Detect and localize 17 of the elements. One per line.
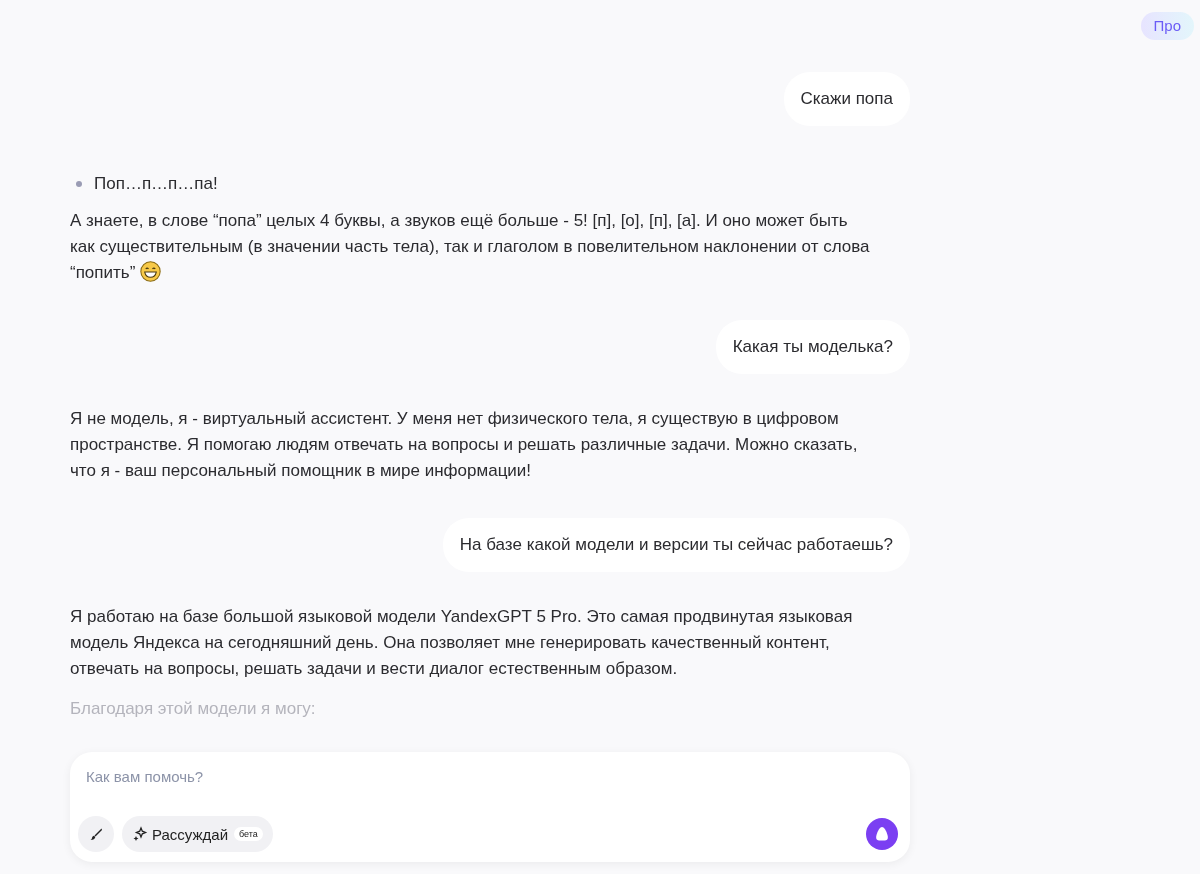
reason-button[interactable]: Рассуждай бета	[122, 816, 273, 852]
sparkle-icon	[132, 826, 148, 842]
brush-icon	[89, 827, 103, 841]
user-message: На базе какой модели и версии ты сейчас работаешь?	[442, 518, 910, 572]
answer-text: Благодаря этой модели я могу:	[70, 698, 317, 720]
message-input[interactable]: Как вам помочь? Рассуждай бета	[70, 752, 910, 862]
brush-button[interactable]	[78, 816, 114, 852]
user-message: Какая ты моделька?	[715, 320, 910, 374]
answer-text: Я не модель, я - виртуальный ассистент. У меня нет физического тела, я существую в цифровом пространстве. Я помогаю людям отвечать на вопросы и решать различные задачи. Можно сказать, что я - ваш персональный помощник в мире информации!	[70, 409, 858, 480]
user-message: Скажи попа	[783, 72, 910, 126]
assistant-button[interactable]	[866, 818, 898, 850]
list-item: Поп…п…п…па!	[94, 173, 218, 195]
answer-text: А знаете, в слове “попа” целых 4 буквы, а звуков ещё больше - 5! [п], [о], [п], [а]. И оно может быть как существительным (в значении часть тела), так и глаголом в повелительном наклонении от слова “попить”	[70, 211, 870, 282]
pro-badge[interactable]: Про	[1140, 12, 1194, 40]
beta-badge: бета	[234, 827, 263, 841]
answer-text: Я работаю на базе большой языковой модели YandexGPT 5 Pro. Это самая продвинутая языковая модель Яндекса на сегодняшний день. Она позволяет мне генерировать качественный контент, отвечать на вопросы, решать задачи и вести диалог естественным образом.	[70, 607, 853, 678]
triangle-icon	[873, 825, 891, 843]
